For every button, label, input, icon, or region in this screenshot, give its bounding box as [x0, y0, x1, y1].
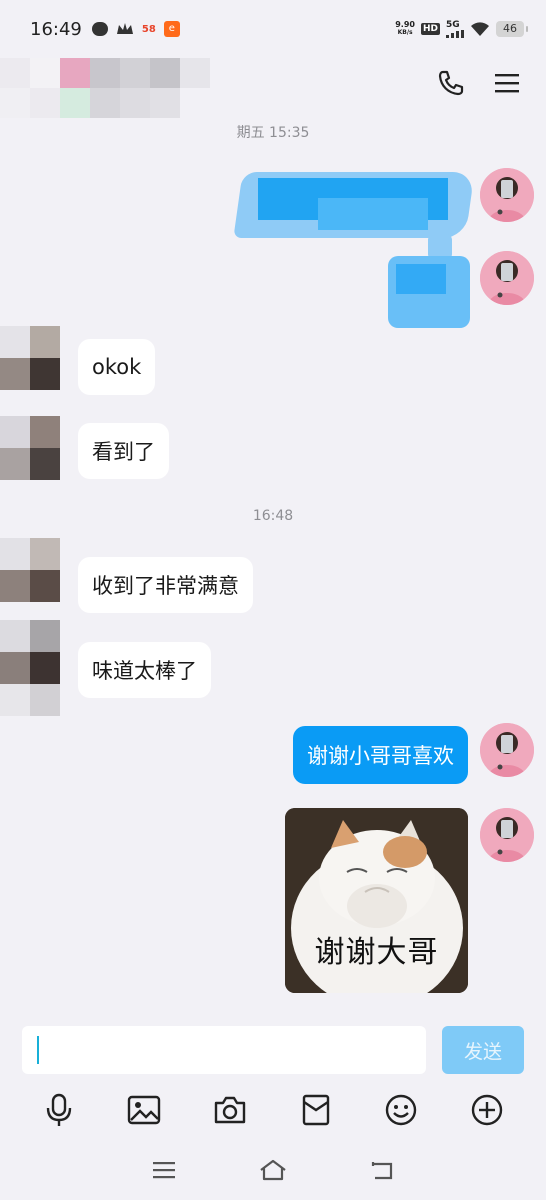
my-avatar[interactable] — [480, 168, 534, 222]
camera-icon[interactable] — [210, 1090, 250, 1130]
text-caret — [37, 1036, 39, 1064]
emoji-icon[interactable] — [381, 1090, 421, 1130]
system-nav-bar — [0, 1140, 546, 1200]
sticker-caption: 谢谢大哥 — [314, 935, 439, 970]
crown-icon — [116, 23, 133, 34]
wifi-icon — [471, 22, 489, 36]
input-toolbar — [0, 1082, 546, 1138]
home-nav-icon[interactable] — [253, 1150, 293, 1190]
app-notification-icon: e — [163, 21, 180, 37]
peer-avatar[interactable] — [0, 416, 62, 480]
contact-name-blurred — [0, 58, 210, 120]
network-type: 5G — [446, 20, 460, 30]
header-actions — [436, 68, 522, 98]
status-bar: 16:49 58 e 9.90 KB/s HD 5G 46 — [0, 0, 546, 58]
menu-nav-icon[interactable] — [144, 1150, 184, 1190]
network-speed: 9.90 KB/s — [395, 21, 415, 37]
red-packet-icon[interactable] — [296, 1090, 336, 1130]
microphone-icon[interactable] — [39, 1090, 79, 1130]
image-icon[interactable] — [124, 1090, 164, 1130]
message-input[interactable] — [22, 1026, 426, 1074]
incoming-message[interactable]: okok — [78, 339, 156, 395]
timestamp: 16:48 — [252, 508, 294, 524]
menu-icon[interactable] — [492, 68, 522, 98]
outgoing-message[interactable]: 谢谢小哥哥喜欢 — [293, 726, 468, 784]
peer-avatar[interactable] — [0, 326, 62, 390]
notification-icons: 58 e — [91, 21, 180, 37]
plus-icon[interactable] — [467, 1090, 507, 1130]
chat-area[interactable]: 期五 15:35 okok 看到了 16:48 收到了非常满意 味道太棒了 谢谢… — [0, 120, 546, 1018]
status-time: 16:49 — [30, 18, 82, 40]
app-58-icon: 58 — [141, 23, 156, 35]
cat-sticker-image[interactable]: 谢谢大哥 — [285, 808, 468, 993]
back-nav-icon[interactable] — [362, 1150, 402, 1190]
my-avatar[interactable] — [480, 251, 534, 305]
battery-icon: 46 — [496, 21, 528, 37]
peer-avatar[interactable] — [0, 538, 62, 602]
timestamp: 期五 15:35 — [236, 125, 310, 141]
incoming-message[interactable]: 收到了非常满意 — [78, 557, 253, 613]
speed-unit: KB/s — [397, 29, 413, 36]
input-bar: 发送 — [0, 1018, 546, 1080]
signal-icon: 5G — [446, 20, 464, 38]
phone-icon[interactable] — [436, 68, 466, 98]
my-avatar[interactable] — [480, 723, 534, 777]
blurred-outgoing-message[interactable] — [233, 172, 475, 238]
incoming-message[interactable]: 味道太棒了 — [78, 642, 211, 698]
speed-value: 9.90 — [395, 20, 415, 29]
status-right: 9.90 KB/s HD 5G 46 — [395, 20, 528, 38]
my-avatar[interactable] — [480, 808, 534, 862]
message-notification-icon — [91, 22, 108, 36]
blurred-outgoing-message[interactable] — [388, 234, 470, 328]
peer-avatar[interactable] — [0, 620, 62, 716]
chat-header — [0, 58, 546, 120]
incoming-message[interactable]: 看到了 — [78, 423, 169, 479]
hd-badge: HD — [420, 23, 440, 35]
send-button[interactable]: 发送 — [442, 1026, 524, 1074]
